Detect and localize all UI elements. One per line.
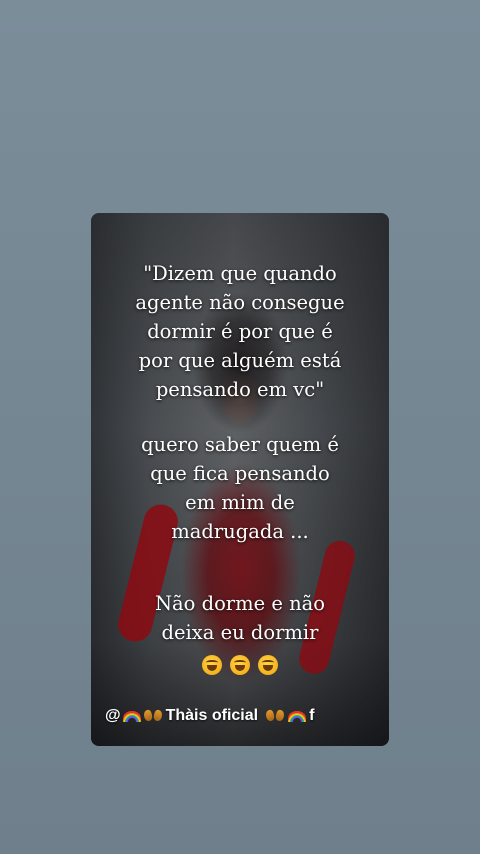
quote-line: que fica pensando <box>150 462 330 485</box>
video-card[interactable]: "Dizem que quando agente não consegue do… <box>91 213 389 746</box>
creator-suffix: f <box>309 707 315 724</box>
quote-paragraph-3: Não dorme e não deixa eu dormir <box>91 589 389 647</box>
quote-line: por que alguém está <box>138 349 342 372</box>
quote-line: "Dizem que quando <box>143 262 337 285</box>
rolling-on-floor-laughing-emoji-icon <box>201 654 222 675</box>
quote-line: quero saber quem é <box>141 433 339 456</box>
quote-paragraph-1: "Dizem que quando agente não consegue do… <box>91 259 389 404</box>
rainbow-icon <box>288 710 307 722</box>
quote-paragraph-2: quero saber quem é que fica pensando em … <box>91 430 389 546</box>
rolling-on-floor-laughing-emoji-icon <box>258 654 279 675</box>
rolling-on-floor-laughing-emoji-icon <box>230 654 250 675</box>
quote-line: dormir é por que é <box>147 320 333 343</box>
quote-line: Não dorme e não <box>154 592 326 615</box>
at-sign: @ <box>105 707 121 724</box>
laughing-emoji-row <box>91 651 389 675</box>
quote-line: madrugada ... <box>171 520 309 543</box>
creator-watermark: @ Thàis oficial f <box>105 707 314 725</box>
quote-line: em mim de <box>185 491 295 514</box>
rainbow-icon <box>122 710 141 722</box>
creator-name: Thàis oficial <box>165 707 259 724</box>
quote-line: deixa eu dormir <box>161 621 319 644</box>
butterfly-icon <box>144 709 162 723</box>
quote-line: pensando em vc" <box>155 378 325 401</box>
quote-line: agente não consegue <box>135 291 345 314</box>
butterfly-icon <box>266 709 284 723</box>
